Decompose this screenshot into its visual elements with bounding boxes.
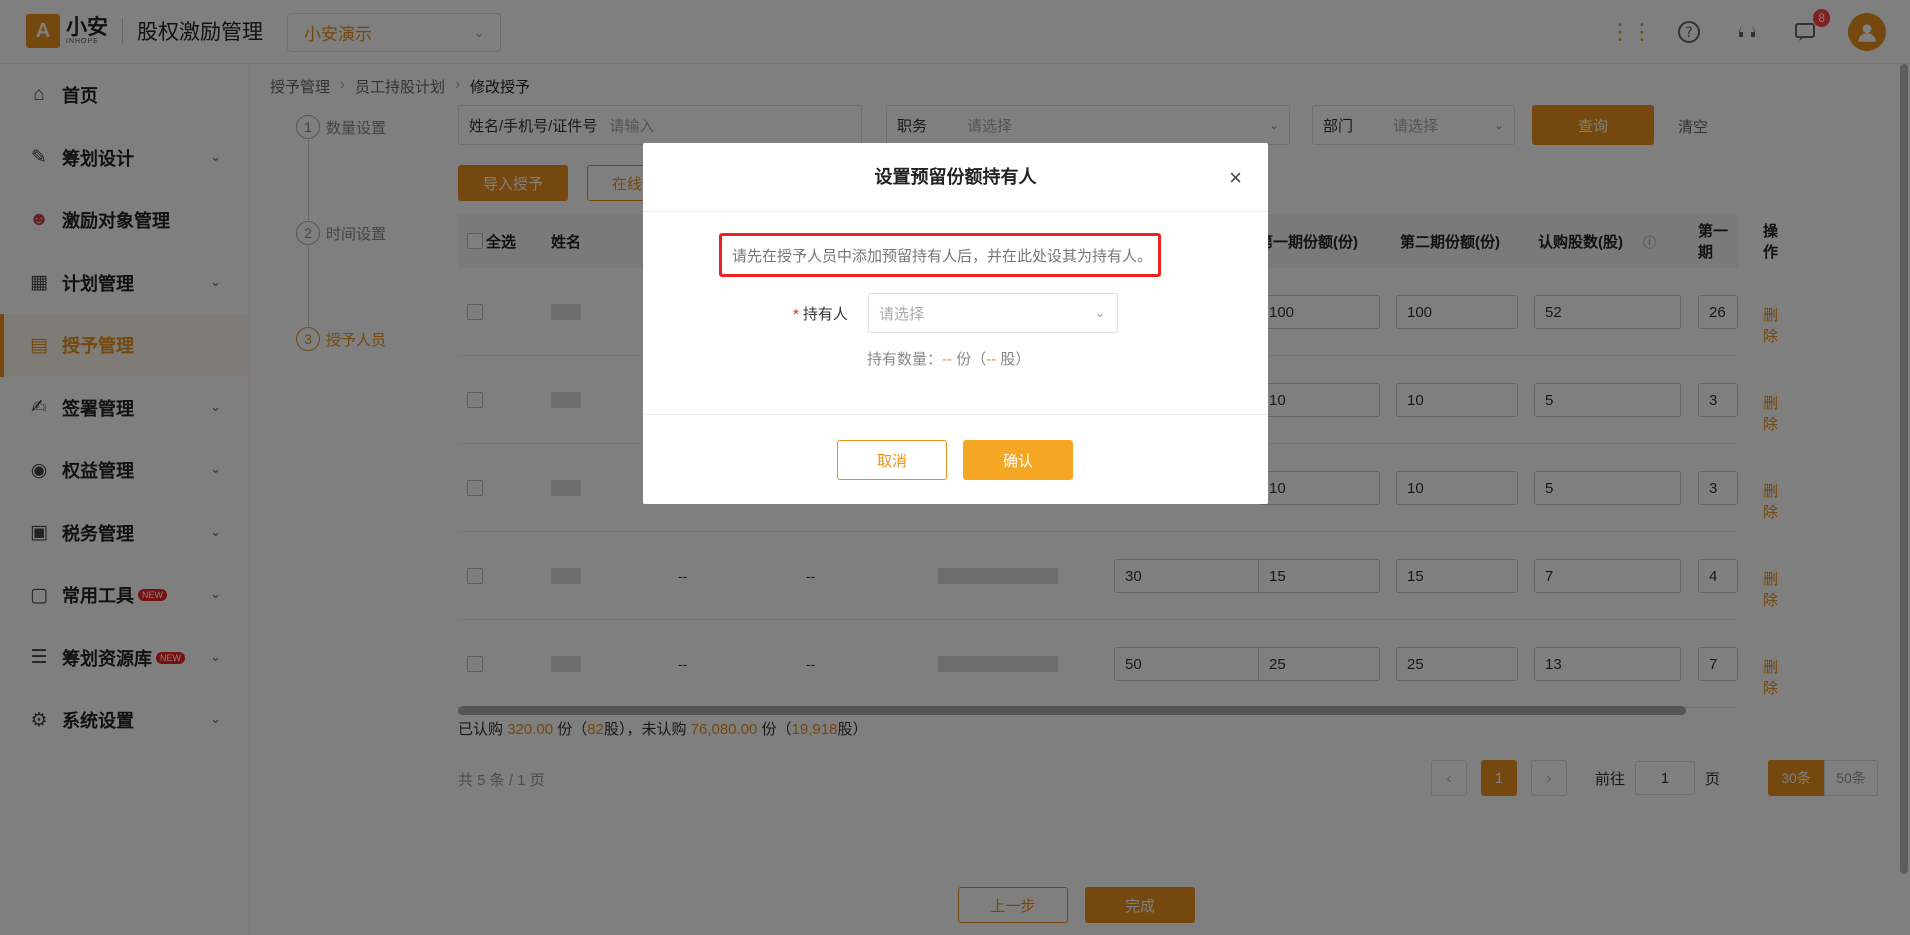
qty-units: -- [942, 351, 953, 368]
cancel-button[interactable]: 取消 [837, 440, 947, 480]
qty-text: 股） [1000, 351, 1031, 368]
holder-label: * 持有人 [793, 303, 848, 324]
dialog-title: 设置预留份额持有人 [643, 143, 1268, 212]
set-holder-dialog: 设置预留份额持有人 × 请先在授予人员中添加预留持有人后，并在此处设其为持有人。… [643, 143, 1268, 504]
close-icon[interactable]: × [1229, 165, 1242, 191]
holder-select-placeholder: 请选择 [879, 305, 925, 323]
required-mark: * [793, 306, 799, 323]
holder-label-text: 持有人 [802, 306, 848, 323]
qty-shares: -- [986, 351, 997, 368]
chevron-down-icon: ⌄ [1094, 306, 1105, 320]
holding-quantity: 持有数量：-- 份（-- 股） [867, 348, 1030, 369]
holder-select[interactable]: 请选择 ⌄ [868, 293, 1118, 333]
confirm-button[interactable]: 确认 [963, 440, 1073, 480]
qty-text: 份（ [956, 351, 987, 368]
qty-label: 持有数量： [867, 351, 943, 368]
dialog-hint: 请先在授予人员中添加预留持有人后，并在此处设其为持有人。 [719, 233, 1161, 277]
dialog-footer-divider [643, 414, 1268, 415]
